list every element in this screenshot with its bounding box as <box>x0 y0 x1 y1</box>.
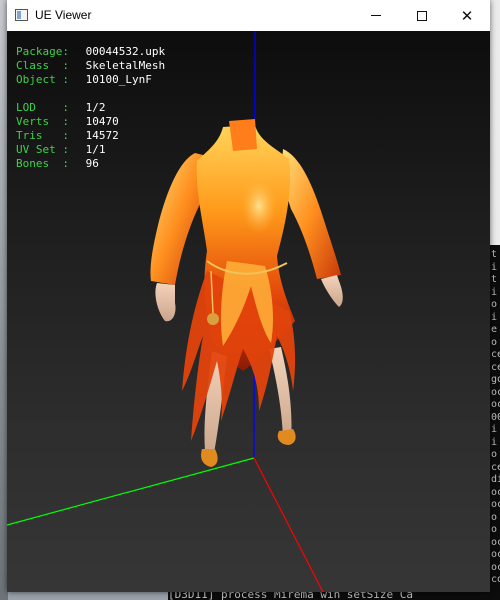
x-axis-line <box>253 457 324 592</box>
console-glyph: t <box>491 274 498 285</box>
mesh-info-overlay: Package: 00044532.upk Class : SkeletalMe… <box>16 45 165 171</box>
info-row-tris: Tris : 14572 <box>16 129 165 143</box>
background-window-edge <box>490 0 500 245</box>
console-glyph: o <box>491 299 498 310</box>
console-glyph: oc <box>491 499 500 510</box>
info-row-verts: Verts : 10470 <box>16 115 165 129</box>
console-glyph: oc <box>491 549 500 560</box>
pendant <box>207 313 219 325</box>
console-glyph: e <box>491 324 498 335</box>
high-collar <box>229 119 257 151</box>
console-glyph: oc <box>491 399 500 410</box>
console-glyph: oc <box>491 536 500 548</box>
console-glyph: i <box>491 424 498 435</box>
maximize-button[interactable] <box>399 0 445 31</box>
info-row-bones: Bones : 96 <box>16 157 165 171</box>
info-value: 1/1 <box>85 143 106 156</box>
info-label: Object : <box>16 73 69 86</box>
console-glyph: oc <box>491 486 500 498</box>
info-label: Class : <box>16 59 69 72</box>
info-label: Verts : <box>16 115 69 128</box>
minimize-icon <box>371 15 381 16</box>
console-glyph: o <box>491 524 498 535</box>
console-glyph: di <box>491 474 500 485</box>
console-glyph: oc <box>491 561 500 573</box>
info-row-uvset: UV Set : 1/1 <box>16 143 165 157</box>
character-mesh <box>150 119 343 467</box>
minimize-button[interactable] <box>353 0 399 31</box>
window-title: UE Viewer <box>35 8 92 22</box>
console-glyph: ce <box>491 461 500 473</box>
info-value: SkeletalMesh <box>85 59 166 72</box>
info-label: Bones : <box>16 157 69 170</box>
console-glyph: co <box>491 574 500 585</box>
info-value: 00044532.upk <box>85 45 166 58</box>
info-row-object: Object : 10100_LynF <box>16 73 165 87</box>
close-button[interactable]: ✕ <box>444 0 490 31</box>
left-shoe <box>201 449 218 467</box>
console-glyph: t <box>491 249 498 260</box>
left-hand <box>155 283 176 322</box>
console-glyph: i <box>491 286 498 298</box>
console-glyph: i <box>491 261 498 273</box>
info-label: Package: <box>16 45 69 58</box>
right-hand <box>321 275 343 307</box>
console-glyph: o <box>491 336 498 348</box>
right-shoe <box>277 429 296 445</box>
info-row-package: Package: 00044532.upk <box>16 45 165 59</box>
info-label: LOD : <box>16 101 69 114</box>
info-label: UV Set : <box>16 143 69 156</box>
close-icon: ✕ <box>460 6 474 25</box>
title-bar[interactable]: UE Viewer ✕ <box>7 0 490 31</box>
info-value: 10100_LynF <box>85 73 152 86</box>
info-value: 1/2 <box>85 101 106 114</box>
right-sleeve <box>282 149 341 279</box>
console-glyph: go <box>491 374 500 385</box>
ue-viewer-window: UE Viewer ✕ Package: 00044532.upk Class … <box>7 0 490 592</box>
console-glyph: ce <box>491 361 500 373</box>
console-glyph: ce <box>491 349 500 360</box>
info-label: Tris : <box>16 129 69 142</box>
info-value: 10470 <box>85 115 119 128</box>
background-console: titioieocecegoococ00iiocediococooocococc… <box>490 245 500 600</box>
info-row-class: Class : SkeletalMesh <box>16 59 165 73</box>
y-axis-line <box>7 457 255 526</box>
info-row-lod: LOD : 1/2 <box>16 101 165 115</box>
console-glyph: i <box>491 311 498 323</box>
console-glyph: o <box>491 511 498 523</box>
3d-viewport[interactable]: Package: 00044532.upk Class : SkeletalMe… <box>7 31 490 592</box>
console-glyph: o <box>491 449 498 460</box>
console-glyph: 00 <box>491 411 500 423</box>
chest-ornament <box>241 178 277 234</box>
console-glyph: oc <box>491 386 500 398</box>
console-glyph: i <box>491 436 498 448</box>
app-window-icon <box>15 9 28 21</box>
maximize-icon <box>417 10 427 21</box>
info-value: 14572 <box>85 129 119 142</box>
info-value: 96 <box>85 157 99 170</box>
